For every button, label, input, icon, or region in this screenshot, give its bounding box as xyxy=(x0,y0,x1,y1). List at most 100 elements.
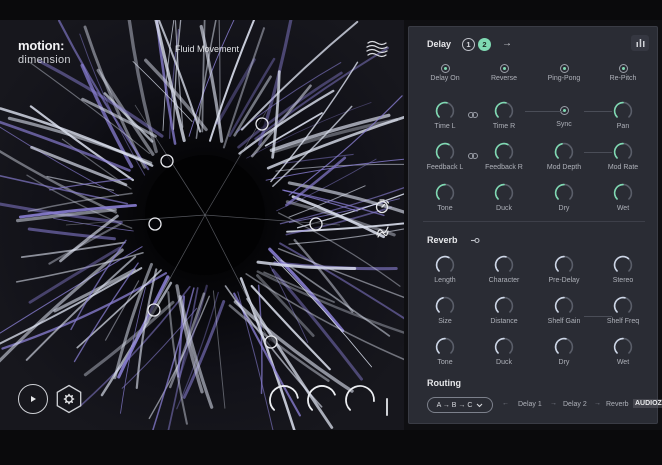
plugin-window: motion: dimension Fluid Movement Delay 1… xyxy=(0,20,662,430)
delay-toggle-reverse-label: Reverse xyxy=(490,75,518,82)
knob-connector-line xyxy=(584,111,612,112)
delay-time-l-knob[interactable] xyxy=(435,101,455,121)
route-step-3[interactable]: Reverb xyxy=(606,401,629,408)
reverb-pre-delay-knob[interactable] xyxy=(554,255,574,275)
play-button[interactable] xyxy=(18,384,48,414)
delay-feedback-r-knob[interactable] xyxy=(494,142,514,162)
reverb-distance[interactable]: Distance xyxy=(478,296,530,325)
delay-wet-knob[interactable] xyxy=(613,183,633,203)
reverb-size[interactable]: Size xyxy=(419,296,471,325)
delay-wet[interactable]: Wet xyxy=(597,183,649,212)
reverb-duck-knob[interactable] xyxy=(494,337,514,357)
delay-mod-depth[interactable]: Mod Depth xyxy=(538,142,590,171)
delay-time-r[interactable]: Time R xyxy=(478,101,530,130)
link-icon[interactable] xyxy=(468,152,478,160)
route-step-2[interactable]: Delay 2 xyxy=(563,401,587,408)
reverb-tone-knob[interactable] xyxy=(435,337,455,357)
reverb-wet[interactable]: Wet xyxy=(597,337,649,366)
reverb-size-knob[interactable] xyxy=(435,296,455,316)
reverb-wet-knob[interactable] xyxy=(613,337,633,357)
motion-handle[interactable] xyxy=(160,154,174,168)
reverb-pre-delay[interactable]: Pre-Delay xyxy=(538,255,590,284)
delay-mod-rate-knob[interactable] xyxy=(613,142,633,162)
reverb-character[interactable]: Character xyxy=(478,255,530,284)
motion-handle[interactable] xyxy=(264,335,278,349)
delay-feedback-l[interactable]: Feedback L xyxy=(419,142,471,171)
motion-handle[interactable] xyxy=(309,217,323,231)
reverb-length-knob[interactable] xyxy=(435,255,455,275)
reverb-shelf-gain-knob[interactable] xyxy=(554,296,574,316)
delay-toggle-delay-on-toggle[interactable] xyxy=(440,64,450,73)
delay-feedback-r[interactable]: Feedback R xyxy=(478,142,530,171)
delay-dry-knob[interactable] xyxy=(554,183,574,203)
delay-toggle-ping-pong[interactable]: Ping-Pong xyxy=(538,61,590,82)
motion-handle[interactable] xyxy=(148,217,162,231)
reverb-stereo-knob[interactable] xyxy=(613,255,633,275)
analyzer-button[interactable] xyxy=(631,35,649,51)
burst-streak xyxy=(263,271,335,303)
reverb-size-label: Size xyxy=(438,318,452,325)
delay-tone[interactable]: Tone xyxy=(419,183,471,212)
knob-value-arc xyxy=(494,255,507,272)
macro-knob-3[interactable] xyxy=(344,384,376,416)
settings-button[interactable] xyxy=(54,384,84,414)
knob-value-arc xyxy=(554,255,565,272)
delay-toggle-re-pitch[interactable]: Re-Pitch xyxy=(597,61,649,82)
macro-knob-1[interactable] xyxy=(268,384,300,416)
route-step-1[interactable]: Delay 1 xyxy=(518,401,542,408)
reverb-tone[interactable]: Tone xyxy=(419,337,471,366)
delay-tone-knob[interactable] xyxy=(435,183,455,203)
delay-toggle-reverse-toggle[interactable] xyxy=(499,64,509,73)
output-slider[interactable] xyxy=(386,398,388,416)
motion-visualizer[interactable]: motion: dimension Fluid Movement xyxy=(0,20,404,430)
waves-icon[interactable] xyxy=(364,36,390,62)
delay-tab-2[interactable]: 2 xyxy=(478,38,491,51)
delay-pan[interactable]: Pan xyxy=(597,101,649,130)
delay-tab-1[interactable]: 1 xyxy=(462,38,475,51)
delay-pan-knob[interactable] xyxy=(613,101,633,121)
routing-select[interactable]: A → B → C xyxy=(427,397,493,413)
preset-name[interactable]: Fluid Movement xyxy=(175,44,239,54)
reverb-shelf-freq[interactable]: Shelf Freq xyxy=(597,296,649,325)
route-arrow-icon: → xyxy=(550,400,557,407)
delay-dry[interactable]: Dry xyxy=(538,183,590,212)
delay-feedback-l-knob[interactable] xyxy=(435,142,455,162)
reverb-shelf-gain[interactable]: Shelf Gain xyxy=(538,296,590,325)
macro-knob-2[interactable] xyxy=(306,384,338,416)
reverb-shelf-freq-knob[interactable] xyxy=(613,296,633,316)
delay-time-r-knob[interactable] xyxy=(494,101,514,121)
brand-line-2: dimension xyxy=(18,54,71,66)
delay-toggle-re-pitch-toggle[interactable] xyxy=(618,64,628,73)
curve-icon[interactable] xyxy=(375,224,390,239)
reverb-character-knob[interactable] xyxy=(494,255,514,275)
reverb-duck[interactable]: Duck xyxy=(478,337,530,366)
delay-mod-rate[interactable]: Mod Rate xyxy=(597,142,649,171)
motion-handle[interactable] xyxy=(255,117,269,131)
delay-duck[interactable]: Duck xyxy=(478,183,530,212)
delay-mod-depth-knob[interactable] xyxy=(554,142,574,162)
reverb-stereo[interactable]: Stereo xyxy=(597,255,649,284)
delay-duck-knob[interactable] xyxy=(494,183,514,203)
delay-toggle-ping-pong-toggle[interactable] xyxy=(559,64,569,73)
reverb-stereo-label: Stereo xyxy=(612,277,634,284)
motion-handle[interactable] xyxy=(147,303,161,317)
delay-toggle-reverse[interactable]: Reverse xyxy=(478,61,530,82)
play-icon xyxy=(31,396,36,402)
knob-value-arc xyxy=(494,142,509,159)
knob-value-arc xyxy=(494,101,507,118)
delay-time-l[interactable]: Time L xyxy=(419,101,471,130)
reverb-duck-label: Duck xyxy=(496,359,512,366)
radial-burst-graphic xyxy=(0,20,404,430)
reverb-distance-knob[interactable] xyxy=(494,296,514,316)
delay-tone-label: Tone xyxy=(437,205,453,212)
reverb-link-icon[interactable] xyxy=(469,236,481,245)
arrow-right-icon[interactable]: → xyxy=(502,38,512,49)
delay-toggle-delay-on[interactable]: Delay On xyxy=(419,61,471,82)
reverb-length[interactable]: Length xyxy=(419,255,471,284)
knob-value-arc xyxy=(435,255,450,272)
link-icon[interactable] xyxy=(468,111,478,119)
reverb-dry[interactable]: Dry xyxy=(538,337,590,366)
delay-sync[interactable]: Sync xyxy=(538,101,590,128)
timer-icon[interactable] xyxy=(374,198,390,214)
reverb-dry-knob[interactable] xyxy=(554,337,574,357)
